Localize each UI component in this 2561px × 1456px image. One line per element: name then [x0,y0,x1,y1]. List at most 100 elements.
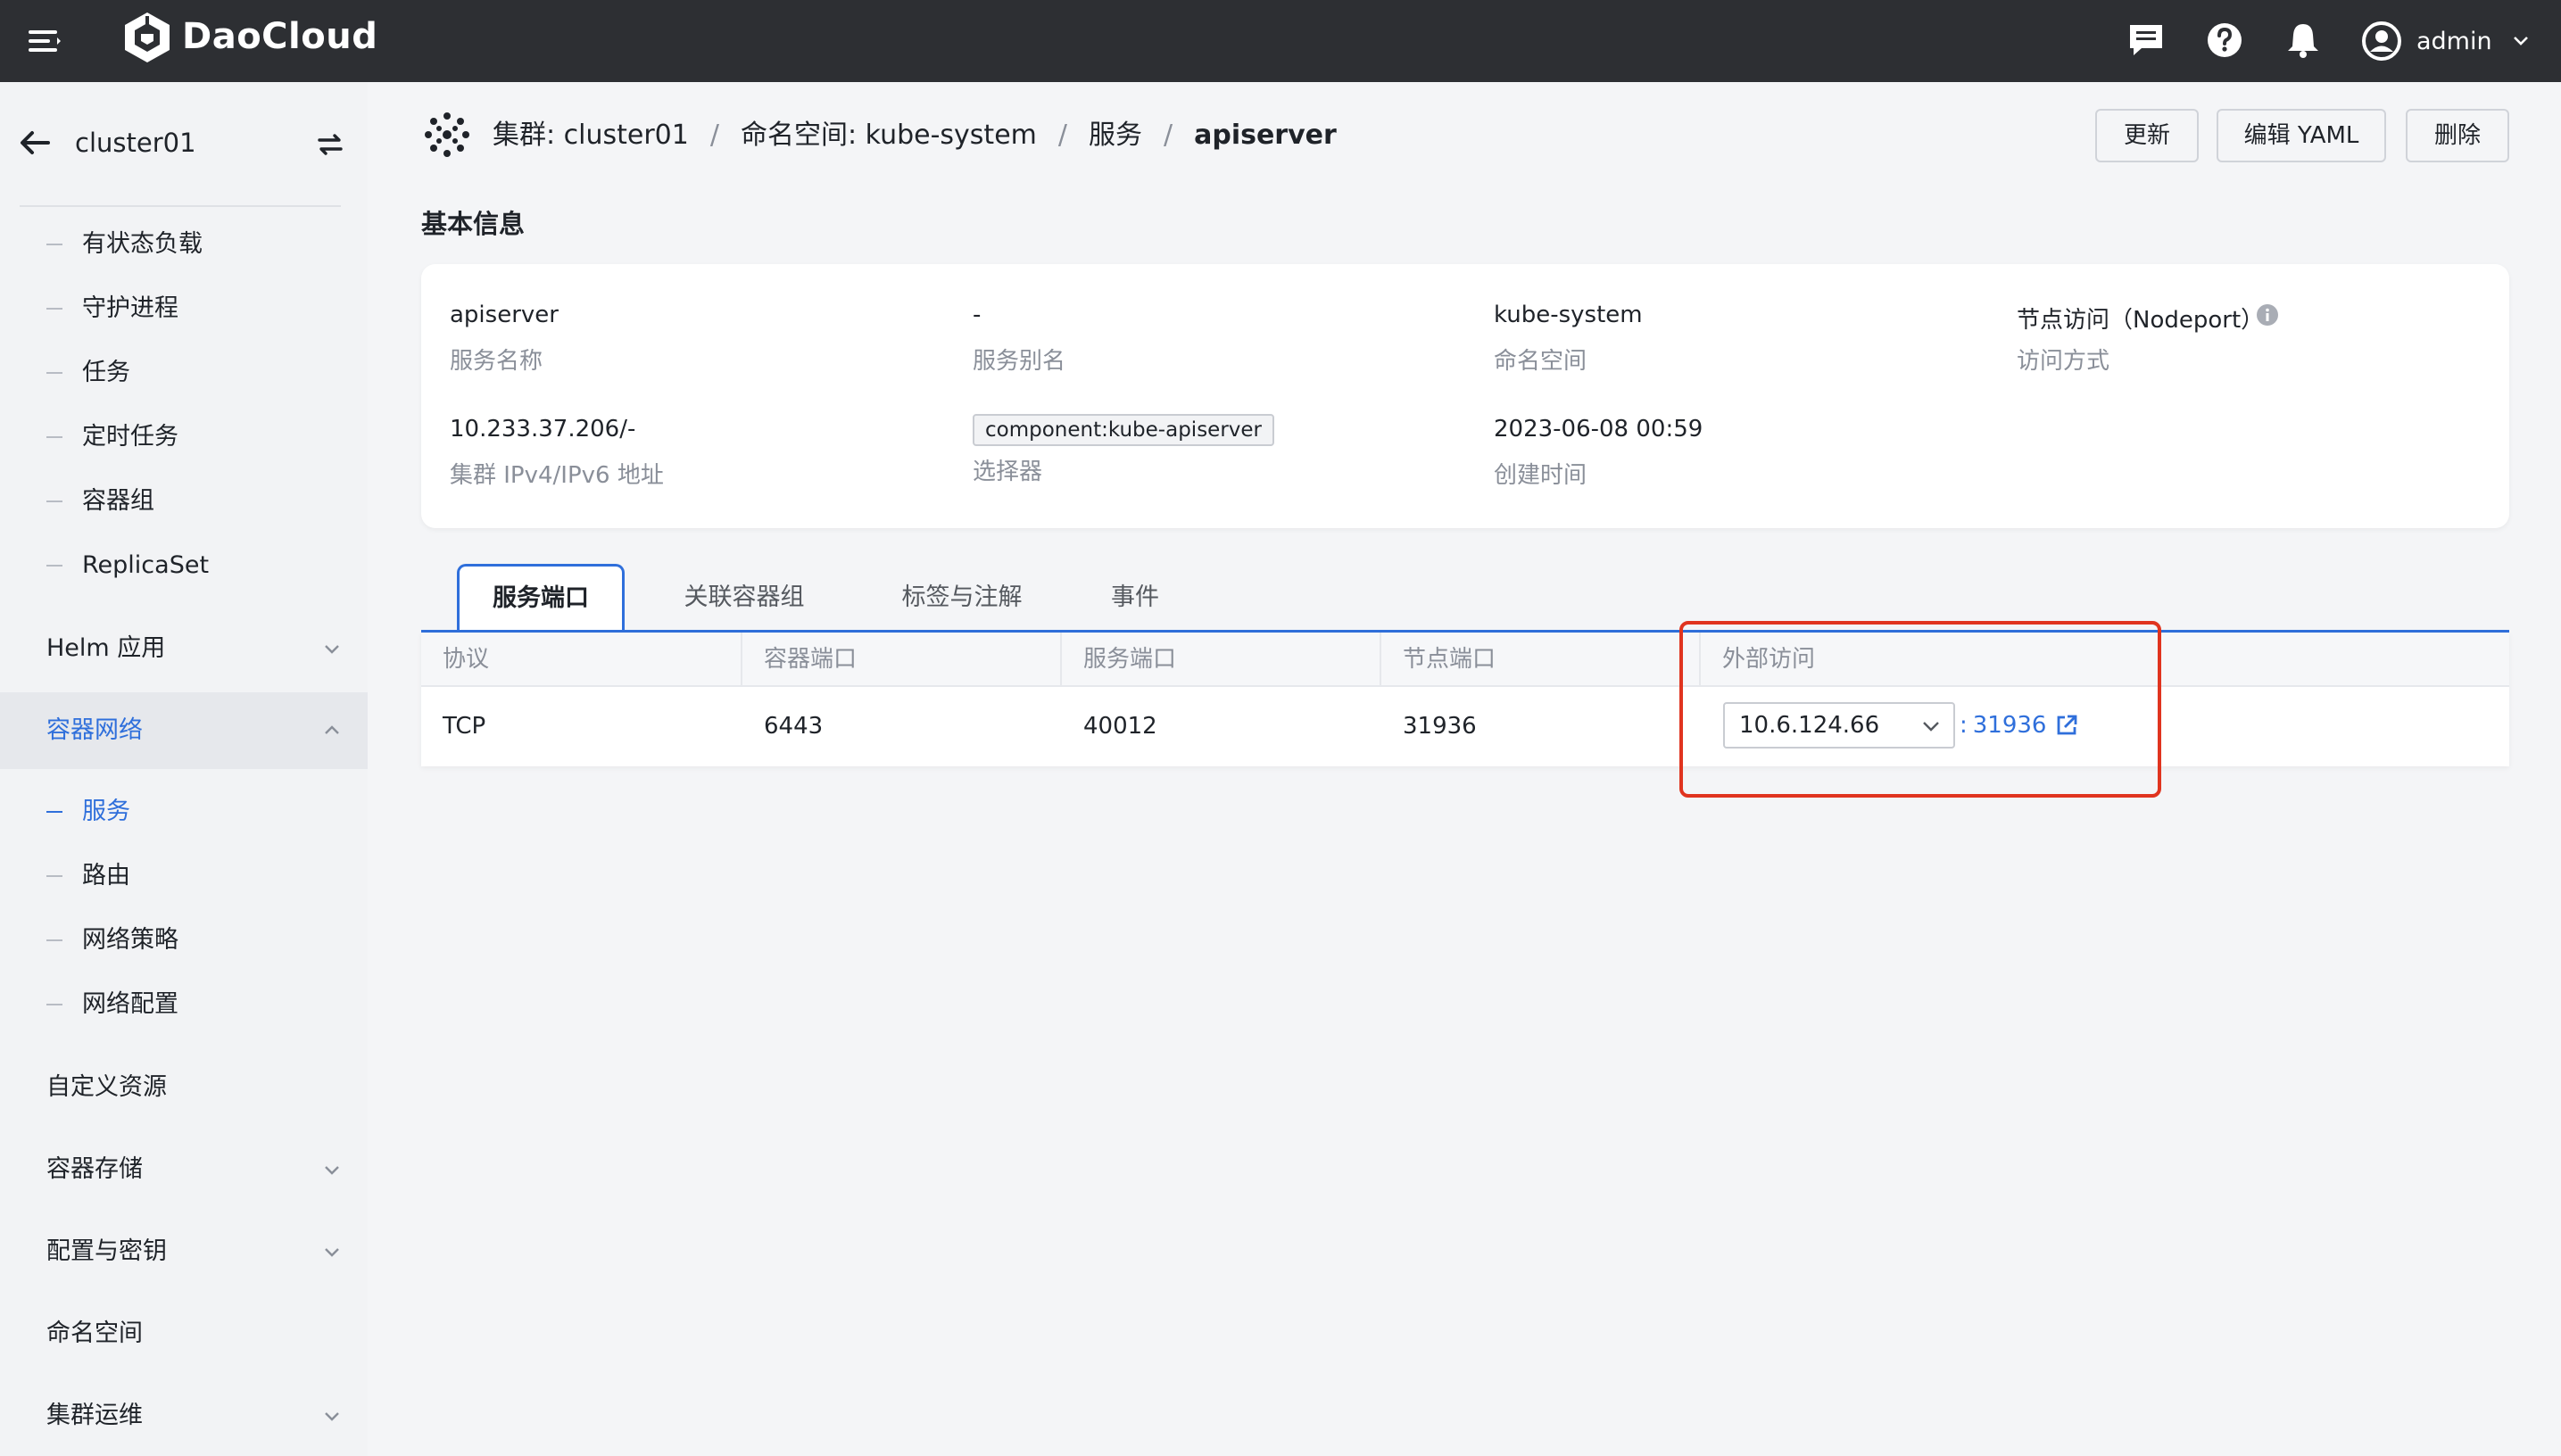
external-port-value: 31936 [1972,712,2047,739]
sidebar: cluster01 有状态负载 守护进程 任务 定时任务 容器组 Replica… [0,82,368,1456]
sidebar-item-custom-resources[interactable]: 自定义资源 [0,1049,368,1126]
tab-related-pods[interactable]: 关联容器组 [655,564,833,632]
sidebar-item-services[interactable]: 服务 [0,785,368,839]
breadcrumb-separator: / [1057,120,1067,151]
sidebar-item-label: Helm 应用 [46,634,166,662]
detail-tabs: 服务端口 关联容器组 标签与注解 事件 [421,564,2509,633]
created-time-label: 创建时间 [1494,462,1587,489]
user-menu[interactable]: admin [2361,14,2530,68]
breadcrumb-cluster[interactable]: 集群: cluster01 [493,112,689,159]
sidebar-item-label: 服务 [82,798,130,825]
switch-cluster-icon[interactable] [314,128,346,161]
service-alias-value: - [973,302,982,328]
back-arrow-icon[interactable] [16,125,52,161]
sidebar-item-config-secrets[interactable]: 配置与密钥 [0,1213,368,1290]
namespace-value: kube-system [1494,302,1643,328]
sidebar-item-label: 配置与密钥 [46,1237,167,1265]
sidebar-item-replicaset[interactable]: ReplicaSet [0,539,368,592]
sidebar-item-label: 命名空间 [46,1320,143,1347]
cell-service-port: 40012 [1083,713,1157,740]
column-header-protocol: 协议 [421,633,742,687]
column-header-service-port: 服务端口 [1062,633,1381,687]
sidebar-item-label: 集群运维 [46,1402,143,1429]
sidebar-item-label: 网络策略 [82,926,178,954]
breadcrumb-cluster-value: cluster01 [563,120,689,151]
chevron-down-icon [325,1412,339,1421]
cluster-ip-label: 集群 IPv4/IPv6 地址 [450,462,664,489]
cell-protocol: TCP [443,713,486,740]
sidebar-item-cluster-ops[interactable]: 集群运维 [0,1377,368,1454]
tab-labels-annotations[interactable]: 标签与注解 [873,564,1051,632]
tab-service-ports[interactable]: 服务端口 [457,564,625,633]
sidebar-item-label: 容器网络 [46,716,143,744]
user-avatar-icon [2362,21,2401,61]
sidebar-item-label: 有状态负载 [82,230,203,258]
access-mode-label: 访问方式 [2017,348,2110,375]
sidebar-item-container-network[interactable]: 容器网络 [0,692,368,769]
sidebar-item-network-policy[interactable]: 网络策略 [0,914,368,967]
sidebar-item-label: 容器组 [82,487,154,515]
breadcrumb: 集群: cluster01 / 命名空间: kube-system / 服务 /… [493,112,1337,159]
service-name-label: 服务名称 [450,348,543,375]
sidebar-item-ingress[interactable]: 路由 [0,849,368,903]
basic-info-card: apiserver 服务名称 - 服务别名 kube-system 命名空间 节… [421,264,2509,528]
service-icon [425,112,469,157]
selector-tag: component:kube-apiserver [973,414,1274,446]
external-ip-select[interactable]: 10.6.124.66 [1723,702,1955,749]
sidebar-item-label: ReplicaSet [82,551,210,579]
chevron-up-icon [325,725,339,734]
brand-name[interactable]: DaoCloud [182,9,377,64]
top-navigation-bar: DaoCloud admin [0,0,2561,82]
sidebar-item-job[interactable]: 任务 [0,346,368,400]
sidebar-item-container-storage[interactable]: 容器存储 [0,1131,368,1208]
sidebar-item-label: 定时任务 [82,423,178,451]
cluster-ip-value: 10.233.37.206/- [450,416,636,443]
sidebar-item-network-config[interactable]: 网络配置 [0,978,368,1031]
breadcrumb-namespace-value: kube-system [865,120,1037,151]
breadcrumb-separator: / [709,120,719,151]
external-link-icon [2058,715,2077,735]
cluster-name: cluster01 [75,128,196,158]
sidebar-item-pods[interactable]: 容器组 [0,475,368,528]
column-header-node-port: 节点端口 [1381,633,1701,687]
external-ip-value: 10.6.124.66 [1739,712,1880,739]
chevron-down-icon [325,645,339,654]
created-time-value: 2023-06-08 00:59 [1494,416,1703,443]
sidebar-item-statefulset[interactable]: 有状态负载 [0,218,368,271]
table-header: 协议 容器端口 服务端口 节点端口 外部访问 [421,633,2509,687]
external-access-link[interactable]: : 31936 [1960,702,2078,749]
info-icon[interactable] [2256,303,2279,327]
message-icon[interactable] [2126,20,2167,61]
service-name-value: apiserver [450,302,559,328]
sidebar-item-label: 容器存储 [46,1155,143,1183]
selector-label: 选择器 [973,459,1043,485]
sidebar-item-namespaces[interactable]: 命名空间 [0,1295,368,1372]
sidebar-item-daemonset[interactable]: 守护进程 [0,282,368,335]
update-button[interactable]: 更新 [2095,109,2199,162]
service-ports-table: 协议 容器端口 服务端口 节点端口 外部访问 TCP 6443 40012 31… [421,633,2509,766]
sidebar-divider [20,205,341,207]
namespace-label: 命名空间 [1494,348,1587,375]
notification-bell-icon[interactable] [2283,20,2324,61]
sidebar-item-cronjob[interactable]: 定时任务 [0,410,368,464]
cell-container-port: 6443 [764,713,824,740]
breadcrumb-services[interactable]: 服务 [1089,112,1142,159]
column-header-container-port: 容器端口 [742,633,1062,687]
breadcrumb-namespace-label: 命名空间: [740,120,858,151]
help-icon[interactable] [2204,20,2245,61]
breadcrumb-cluster-label: 集群: [493,120,556,151]
breadcrumb-separator: / [1163,120,1173,151]
breadcrumb-namespace[interactable]: 命名空间: kube-system [741,112,1037,159]
chevron-down-icon [2513,37,2528,46]
delete-button[interactable]: 删除 [2406,109,2509,162]
tab-events[interactable]: 事件 [1082,564,1189,632]
daocloud-logo-icon[interactable] [121,11,173,64]
breadcrumb-current-service: apiserver [1194,120,1337,151]
chevron-down-icon [325,1248,339,1257]
sidebar-item-label: 任务 [82,359,130,386]
edit-yaml-button[interactable]: 编辑 YAML [2217,109,2386,162]
cell-node-port: 31936 [1403,713,1477,740]
basic-info-title: 基本信息 [421,209,526,239]
sidebar-item-helm-apps[interactable]: Helm 应用 [0,610,368,687]
menu-icon[interactable] [27,23,62,59]
